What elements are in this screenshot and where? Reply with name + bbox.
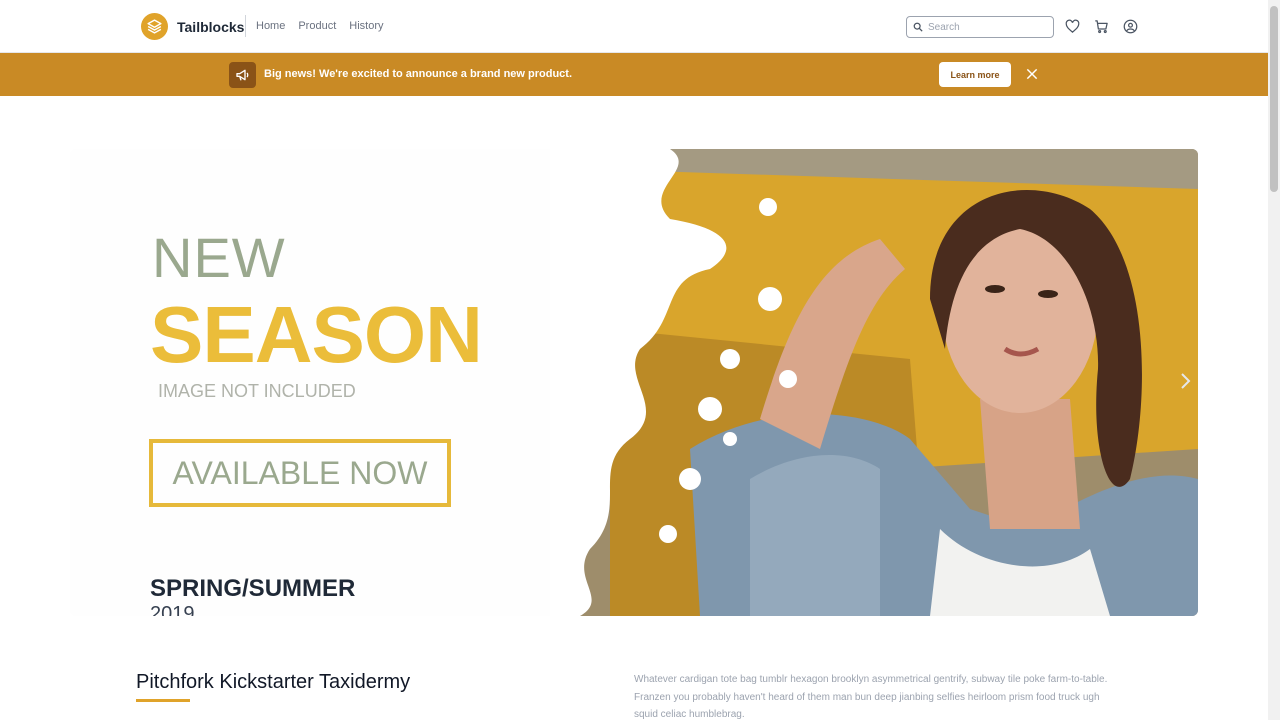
hero-banner: NEW SEASON IMAGE NOT INCLUDED AVAILABLE … xyxy=(70,149,1198,616)
nav-history[interactable]: History xyxy=(349,20,383,32)
heart-icon[interactable] xyxy=(1064,18,1080,34)
title-underline xyxy=(136,699,190,702)
banner-text: Big news! We're excited to announce a br… xyxy=(264,68,573,80)
close-icon[interactable] xyxy=(1025,67,1039,81)
page-scrollbar[interactable] xyxy=(1268,0,1280,720)
search-icon xyxy=(913,22,923,32)
hero-headline-new: NEW xyxy=(152,226,286,289)
section-paragraph: Whatever cardigan tote bag tumblr hexago… xyxy=(634,674,1108,720)
nav-product[interactable]: Product xyxy=(298,20,336,32)
announcement-banner: Big news! We're excited to announce a br… xyxy=(0,53,1268,96)
cart-icon[interactable] xyxy=(1093,18,1109,34)
site-header: Tailblocks Home Product History xyxy=(0,0,1268,53)
chevron-right-icon[interactable] xyxy=(1178,371,1192,391)
hero-year: 2019 xyxy=(150,603,195,616)
scrollbar-thumb[interactable] xyxy=(1270,6,1278,192)
brand-name: Tailblocks xyxy=(177,18,245,35)
learn-more-button[interactable]: Learn more xyxy=(939,62,1011,87)
hero-note: IMAGE NOT INCLUDED xyxy=(158,381,356,401)
brand-divider xyxy=(245,15,246,37)
search-input[interactable] xyxy=(928,21,1043,33)
section-title: Pitchfork Kickstarter Taxidermy xyxy=(136,671,411,693)
main-nav: Home Product History xyxy=(256,20,384,32)
layers-icon xyxy=(141,13,168,40)
hero-model-photo xyxy=(550,149,1198,616)
hero-headline-season: SEASON xyxy=(150,290,483,379)
megaphone-icon xyxy=(229,62,256,88)
brand-link[interactable]: Tailblocks xyxy=(141,13,244,40)
nav-home[interactable]: Home xyxy=(256,20,285,32)
hero-available-box: AVAILABLE NOW xyxy=(149,439,451,507)
hero-season-label: SPRING/SUMMER xyxy=(150,575,356,602)
search-box xyxy=(906,16,1054,38)
hero-text-panel: NEW SEASON IMAGE NOT INCLUDED AVAILABLE … xyxy=(70,149,590,616)
user-icon[interactable] xyxy=(1122,18,1138,34)
